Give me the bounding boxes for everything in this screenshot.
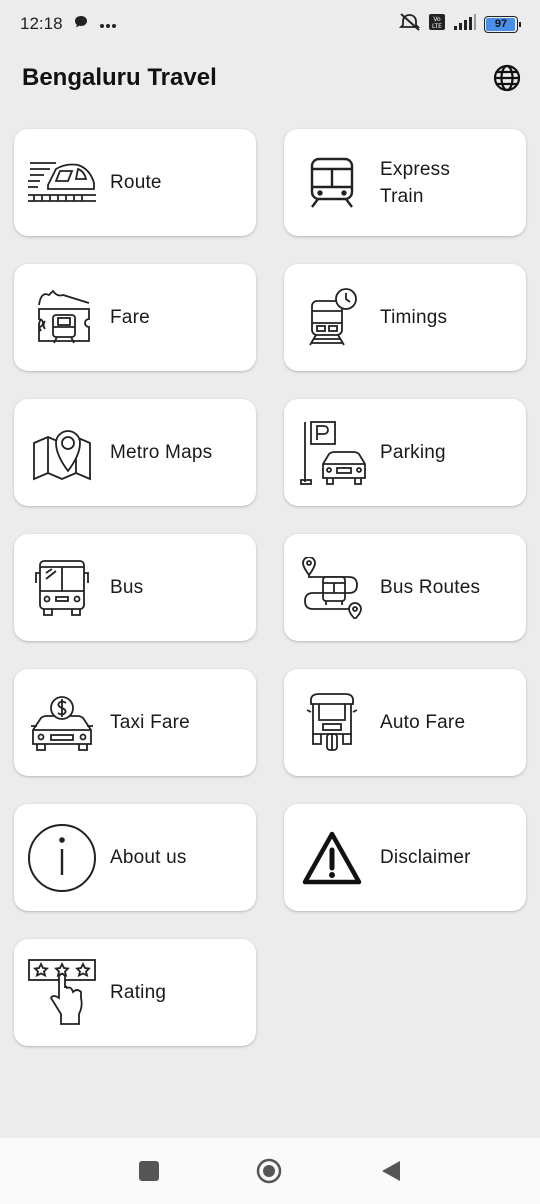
battery-level: 97 [494,18,508,30]
ticket-fare-icon [26,282,98,354]
menu-label: Bus [110,577,144,598]
menu-label: Taxi Fare [110,712,190,733]
menu-card-metro-maps[interactable]: Metro Maps [14,399,256,506]
status-time: 12:18 [20,14,63,33]
recents-square-icon[interactable] [136,1158,162,1184]
menu-label: Timings [380,307,448,328]
menu-card-fare[interactable]: Fare [14,264,256,371]
menu-card-parking[interactable]: Parking [284,399,526,506]
page-title: Bengaluru Travel [22,64,217,91]
menu-label: Rating [110,982,167,1003]
bus-icon [26,552,98,624]
svg-text:LTE: LTE [432,23,442,30]
svg-text:Vo: Vo [433,16,441,23]
app-header: Bengaluru Travel [0,48,540,108]
menu-label: Metro Maps [110,442,213,463]
menu-card-disclaimer[interactable]: Disclaimer [284,804,526,911]
more-dots-icon [99,14,117,34]
menu-card-bus-routes[interactable]: Bus Routes [284,534,526,641]
globe-icon[interactable] [492,63,522,93]
volte-icon: Vo LTE [428,13,446,36]
menu-label: Fare [110,307,150,328]
menu-card-express-train[interactable]: Express Train [284,129,526,236]
battery-icon: 97 [484,15,521,33]
menu-card-taxi-fare[interactable]: Taxi Fare [14,669,256,776]
menu-label: Parking [380,442,446,463]
mute-icon [398,12,421,37]
chat-bubble-icon [73,14,89,35]
status-left: 12:18 [20,14,117,35]
menu-card-about-us[interactable]: About us [14,804,256,911]
auto-rickshaw-icon [296,687,368,759]
back-triangle-icon[interactable] [378,1158,404,1184]
menu-card-auto-fare[interactable]: Auto Fare [284,669,526,776]
warning-icon [296,822,368,894]
menu-card-route[interactable]: Route [14,129,256,236]
train-clock-icon [296,282,368,354]
menu-card-rating[interactable]: Rating [14,939,256,1046]
parking-car-icon [296,417,368,489]
home-circle-icon[interactable] [256,1158,282,1184]
status-right: Vo LTE 97 [398,12,521,37]
menu-card-bus[interactable]: Bus [14,534,256,641]
menu-card-timings[interactable]: Timings [284,264,526,371]
info-icon [26,822,98,894]
menu-label: Disclaimer [380,847,471,868]
bus-route-icon [296,552,368,624]
map-pin-icon [26,417,98,489]
menu-label: Route [110,172,162,193]
menu-label: About us [110,847,187,868]
system-nav-bar [0,1138,540,1204]
train-route-icon [26,147,98,219]
status-bar: 12:18 Vo LTE 97 [0,0,540,48]
taxi-dollar-icon [26,687,98,759]
express-train-icon [296,147,368,219]
menu-label: Express Train [380,158,451,207]
signal-icon [453,13,477,36]
rating-stars-icon [26,957,98,1029]
menu-label: Bus Routes [380,577,481,598]
menu-label: Auto Fare [380,712,466,733]
